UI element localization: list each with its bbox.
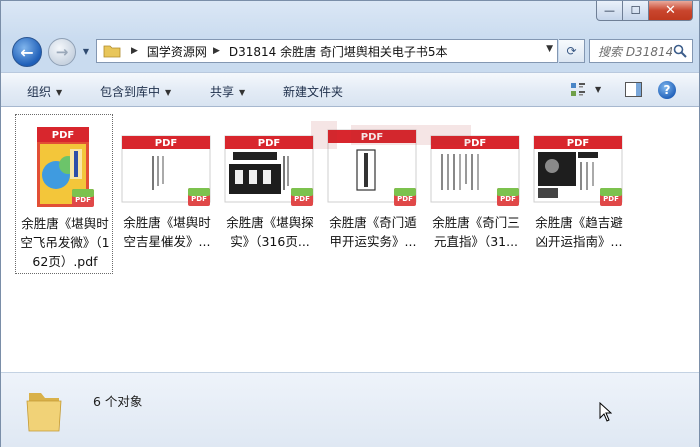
search-placeholder: 搜索 D31814 余胜唐... (598, 44, 672, 59)
pdf-thumbnail: PDF PDF (37, 127, 94, 207)
organize-label: 组织 (27, 85, 52, 99)
file-item-label: 余胜唐《奇门三元直指》（31... (432, 215, 520, 249)
file-item[interactable]: PDF PDF 余胜唐《堪舆时空吉星催发》... (118, 114, 216, 274)
share-button[interactable]: 共享 ▼ (210, 83, 245, 100)
pdf-badge: PDF (75, 196, 91, 204)
pdf-badge: PDF (500, 195, 516, 203)
file-item-label: 余胜唐《奇门遁甲开运实务》... (329, 215, 417, 249)
file-item[interactable]: PDF PDF 余胜唐《堪舆时空飞吊发微》（162页）.pdf (15, 114, 113, 274)
pdf-badge: PDF (294, 195, 310, 203)
chevron-down-icon: ▼ (82, 46, 90, 56)
breadcrumb-separator-icon[interactable]: ▶ (213, 46, 220, 56)
caption-buttons: — ☐ ✕ (596, 1, 693, 21)
file-item-label: 余胜唐《堪舆探实》（316页... (226, 215, 314, 249)
share-label: 共享 (210, 85, 235, 99)
pdf-badge: PDF (258, 138, 280, 149)
item-count: 6 个对象 (93, 394, 143, 409)
back-button[interactable]: ← (12, 37, 42, 67)
pdf-badge: PDF (191, 195, 207, 203)
close-button[interactable]: ✕ (649, 1, 693, 21)
file-list: PDF PDF 余胜唐《堪舆时空飞吊发微》（162页）.pdf PDF PDF … (1, 107, 699, 372)
help-icon[interactable]: ? (658, 81, 676, 99)
pdf-badge: PDF (567, 138, 589, 149)
search-icon[interactable] (673, 44, 687, 58)
folder-icon (26, 393, 62, 432)
include-in-library-button[interactable]: 包含到库中 ▼ (100, 83, 171, 100)
pdf-badge: PDF (52, 130, 74, 141)
file-item-label: 余胜唐《堪舆时空飞吊发微》（162页）.pdf (20, 216, 110, 269)
recent-pages-button[interactable]: ▼ (80, 45, 92, 57)
new-folder-button[interactable]: 新建文件夹 (283, 83, 343, 100)
watermark-logo (311, 121, 471, 149)
forward-button[interactable]: → (48, 38, 76, 66)
breadcrumb-current[interactable]: D31814 余胜唐 奇门堪舆相关电子书5本 (229, 43, 448, 60)
folder-icon (103, 45, 121, 58)
chevron-down-icon: ▼ (165, 88, 172, 97)
new-folder-label: 新建文件夹 (283, 85, 344, 99)
maximize-button[interactable]: ☐ (623, 1, 649, 21)
pdf-thumbnail: PDF PDF (121, 135, 211, 206)
address-bar[interactable]: ▶ 国学资源网 ▶ D31814 余胜唐 奇门堪舆相关电子书5本 ▼ (96, 39, 558, 63)
pdf-badge: PDF (603, 195, 619, 203)
refresh-button[interactable]: ⟳ (559, 39, 585, 63)
arrow-right-icon: → (55, 43, 69, 61)
chevron-down-icon: ▼ (56, 88, 63, 97)
include-in-library-label: 包含到库中 (100, 85, 161, 99)
arrow-left-icon: ← (20, 42, 34, 62)
file-item[interactable]: PDF PDF 余胜唐《趋吉避凶开运指南》... (530, 114, 628, 274)
refresh-icon: ⟳ (566, 44, 577, 58)
pdf-badge: PDF (155, 138, 177, 149)
breadcrumb-root[interactable]: 国学资源网 (147, 43, 207, 60)
file-item-label: 余胜唐《堪舆时空吉星催发》... (123, 215, 211, 249)
minimize-button[interactable]: — (596, 1, 623, 21)
view-options-dropdown-icon[interactable]: ▼ (595, 85, 601, 94)
mouse-pointer-icon (599, 402, 612, 422)
preview-pane-icon[interactable] (625, 82, 642, 97)
pdf-thumbnail: PDF PDF (533, 135, 623, 206)
change-view-icon[interactable] (570, 82, 586, 97)
command-bar: 组织 ▼ 包含到库中 ▼ 共享 ▼ 新建文件夹 ▼ ? (1, 72, 699, 107)
pdf-badge: PDF (397, 195, 413, 203)
details-pane: 6 个对象 (1, 372, 699, 447)
explorer-window: — ☐ ✕ ← → ▼ ▶ 国学资源网 ▶ D31814 余胜唐 奇门堪舆相关电… (0, 0, 700, 447)
chevron-down-icon: ▼ (239, 88, 246, 97)
file-item-label: 余胜唐《趋吉避凶开运指南》... (535, 215, 623, 249)
breadcrumb-separator-icon[interactable]: ▶ (131, 46, 138, 56)
address-dropdown-icon[interactable]: ▼ (546, 44, 553, 54)
search-input[interactable]: 搜索 D31814 余胜唐... (589, 39, 693, 63)
organize-button[interactable]: 组织 ▼ (27, 83, 62, 100)
